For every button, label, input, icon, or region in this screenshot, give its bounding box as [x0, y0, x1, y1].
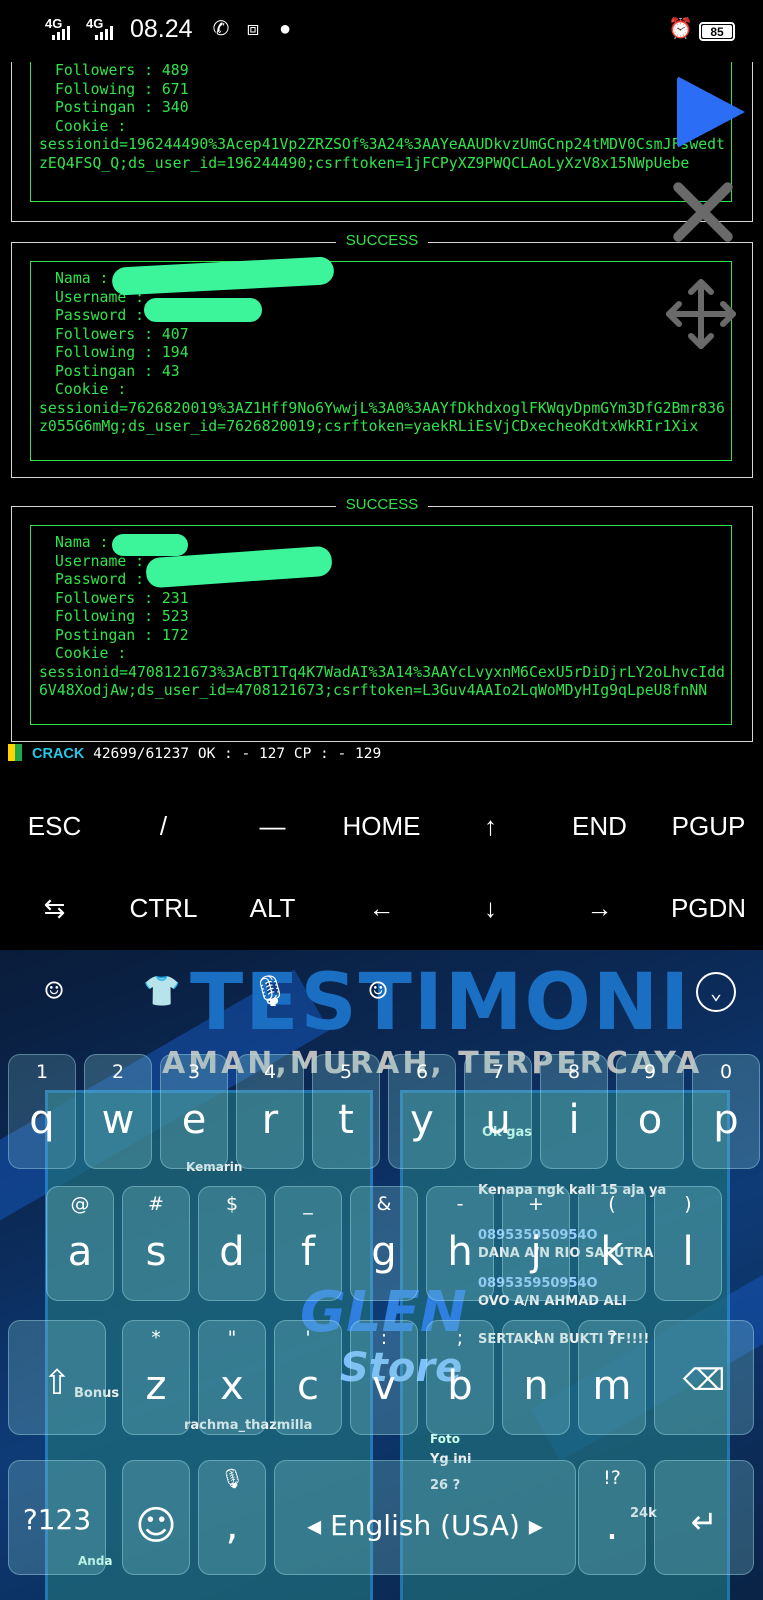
- key-h[interactable]: -h: [426, 1186, 494, 1301]
- symbols-key[interactable]: ?123: [8, 1460, 106, 1575]
- play-icon[interactable]: [677, 76, 745, 148]
- pgdn-key[interactable]: PGDN: [654, 893, 763, 924]
- backspace-key[interactable]: ⌫: [654, 1320, 754, 1435]
- key-9[interactable]: 9o: [616, 1054, 684, 1169]
- postingan-line: Postingan : 172: [55, 626, 189, 644]
- microphone-icon[interactable]: 🎙: [250, 972, 290, 1012]
- collapse-icon[interactable]: ⌄: [696, 972, 736, 1012]
- key-v[interactable]: :v: [350, 1320, 418, 1435]
- move-icon[interactable]: [663, 276, 739, 352]
- cookie-value: sessionid=196244490%3Acep41Vp2ZRZSOf%3A2…: [39, 136, 725, 172]
- status-bar: 4G 4G 08.24 ✆ ⧈ ● ⏰ 85: [0, 0, 763, 62]
- space-key[interactable]: ◂ English (USA) ▸: [274, 1460, 576, 1575]
- key-4[interactable]: 4r: [236, 1054, 304, 1169]
- cookie-label: Cookie :: [55, 645, 127, 662]
- key-5[interactable]: 5t: [312, 1054, 380, 1169]
- key-3[interactable]: 3e: [160, 1054, 228, 1169]
- home-key[interactable]: HOME: [327, 811, 436, 842]
- whatsapp-icon: ✆: [212, 18, 230, 40]
- ctrl-key[interactable]: CTRL: [109, 893, 218, 924]
- sticker-icon[interactable]: ☺: [34, 972, 74, 1012]
- key-k[interactable]: (k: [578, 1186, 646, 1301]
- signal-icon: [52, 26, 70, 40]
- arrow-down-key[interactable]: ↓: [436, 893, 545, 924]
- screenshot-icon: ⧈: [246, 18, 260, 40]
- esc-key[interactable]: ESC: [0, 811, 109, 842]
- following-line: Following : 194: [55, 344, 189, 361]
- key-1[interactable]: 1q: [8, 1054, 76, 1169]
- flag-icon: [8, 744, 22, 761]
- cookie-value: sessionid=7626820019%3AZ1Hff9No6YwwjL%3A…: [39, 399, 725, 436]
- key-d[interactable]: $ d: [198, 1186, 266, 1301]
- key-s[interactable]: # s: [122, 1186, 190, 1301]
- smiley-icon: ☺: [135, 1503, 177, 1549]
- shift-key[interactable]: ⇧: [8, 1320, 106, 1435]
- postingan-line: Postingan : 340: [55, 99, 189, 116]
- cookie-value: sessionid=4708121673%3AcBT1Tq4K7WadAI%3A…: [39, 663, 725, 700]
- redaction-mark: [144, 298, 262, 322]
- keyboard-toolbar: ☺ 👕 🎙 ☺ ⌄: [0, 950, 763, 1046]
- postingan-line: Postingan : 43: [55, 362, 180, 380]
- following-line: Following : 523: [55, 608, 189, 625]
- cookie-label: Cookie :: [55, 381, 127, 398]
- followers-line: Followers : 231: [55, 589, 189, 607]
- mic-icon: 🎙: [219, 1468, 245, 1490]
- battery-indicator: 85: [699, 22, 735, 41]
- key-c[interactable]: ' c: [274, 1320, 342, 1435]
- soft-keyboard: TESTIMONI AMAN,MURAH, TERPERCAYA GLEN St…: [0, 950, 763, 1600]
- key-j[interactable]: + j: [502, 1186, 570, 1301]
- signal-icon: [95, 26, 113, 40]
- extra-keys-row-2: ⇆ CTRL ALT ← ↓ → PGDN: [0, 868, 763, 948]
- clock: 08.24: [130, 15, 193, 43]
- followers-line: Followers : 407: [55, 325, 189, 343]
- key-z[interactable]: * z: [122, 1320, 190, 1435]
- key-n[interactable]: ! n: [502, 1320, 570, 1435]
- arrow-right-key[interactable]: →: [545, 893, 654, 924]
- enter-key[interactable]: ↵: [654, 1460, 754, 1575]
- redaction-mark: [112, 534, 188, 556]
- leaf-app-icon: ●: [278, 18, 292, 40]
- end-key[interactable]: END: [545, 811, 654, 842]
- pgup-key[interactable]: PGUP: [654, 811, 763, 842]
- following-line: Following : 671: [55, 80, 189, 98]
- slash-key[interactable]: /: [109, 811, 218, 842]
- crack-tag: CRACK: [32, 746, 85, 762]
- key-m[interactable]: ? m: [578, 1320, 646, 1435]
- enter-icon: ↵: [690, 1503, 718, 1541]
- key-2[interactable]: 2w: [84, 1054, 152, 1169]
- emoji-key[interactable]: ☺: [122, 1460, 190, 1575]
- key-6[interactable]: 6y: [388, 1054, 456, 1169]
- success-title: SUCCESS: [335, 496, 429, 513]
- key-7[interactable]: 7u: [464, 1054, 532, 1169]
- close-icon[interactable]: [663, 172, 743, 252]
- key-g[interactable]: & g: [350, 1186, 418, 1301]
- emoji-icon[interactable]: ☺: [358, 972, 398, 1012]
- theme-shirt-icon[interactable]: 👕: [142, 972, 182, 1012]
- space-language-label: English (USA): [330, 1509, 520, 1542]
- alarm-icon: ⏰: [668, 18, 693, 40]
- extra-keys-row-1: ESC / — HOME ↑ END PGUP: [0, 786, 763, 866]
- cookie-label: Cookie :: [55, 117, 127, 135]
- key-0[interactable]: 0p: [692, 1054, 760, 1169]
- period-key[interactable]: !?.: [578, 1460, 646, 1575]
- key-b[interactable]: ; b: [426, 1320, 494, 1435]
- terminal-output[interactable]: Followers : 489 Following : 671 Postinga…: [0, 62, 763, 778]
- followers-line: Followers : 489: [55, 62, 189, 79]
- key-x[interactable]: " x: [198, 1320, 266, 1435]
- crack-progress: CRACK 42699/61237 OK : - 127 CP : - 129: [8, 744, 381, 764]
- success-title: SUCCESS: [335, 232, 429, 249]
- comma-key[interactable]: 🎙,: [198, 1460, 266, 1575]
- crack-stats: 42699/61237 OK : - 127 CP : - 129: [84, 746, 382, 762]
- dash-key[interactable]: —: [218, 811, 327, 842]
- result-inner: Followers : 489 Following : 671 Postinga…: [30, 62, 732, 202]
- key-l[interactable]: ) l: [654, 1186, 722, 1301]
- key-f[interactable]: _ f: [274, 1186, 342, 1301]
- key-8[interactable]: 8i: [540, 1054, 608, 1169]
- arrow-up-key[interactable]: ↑: [436, 811, 545, 842]
- key-a[interactable]: @ a: [46, 1186, 114, 1301]
- result-box: Followers : 489 Following : 671 Postinga…: [11, 62, 753, 222]
- tab-key[interactable]: ⇆: [0, 893, 109, 924]
- alt-key[interactable]: ALT: [218, 893, 327, 924]
- arrow-left-key[interactable]: ←: [327, 893, 436, 924]
